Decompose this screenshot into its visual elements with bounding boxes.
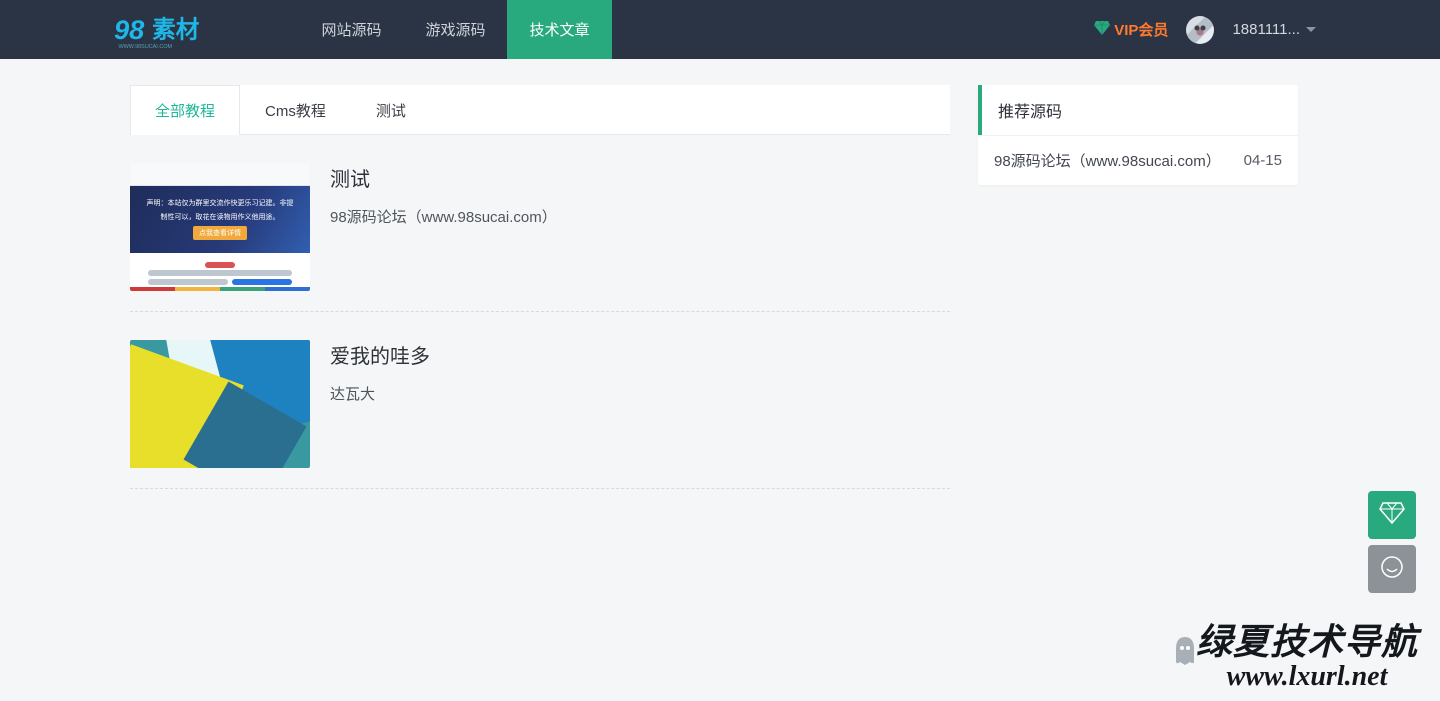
tab-cms-tutorials[interactable]: Cms教程 [240, 85, 351, 135]
article-item[interactable]: 声明：本站仅为群里交流作快更乐习记建。非提 制性可以，取花在读物用作义他用途。 … [130, 135, 950, 312]
recommend-item[interactable]: 98源码论坛（www.98sucai.com） 04-15 [978, 135, 1298, 185]
chevron-down-icon [1306, 27, 1316, 32]
support-float-button[interactable] [1368, 545, 1416, 593]
svg-text:WWW.98SUCAI.COM: WWW.98SUCAI.COM [119, 44, 173, 50]
watermark-line1: 绿夏技术导航 [1196, 613, 1418, 665]
article-body: 测试 98源码论坛（www.98sucai.com） [330, 163, 950, 291]
logo-sub: 素材 [152, 16, 200, 43]
float-buttons [1368, 491, 1416, 593]
smile-icon [1380, 555, 1404, 584]
vip-link[interactable]: VIP会员 [1094, 19, 1168, 40]
header-right: VIP会员 1881111... [1094, 0, 1416, 59]
nav-item-game-source[interactable]: 游戏源码 [403, 0, 507, 59]
vip-float-button[interactable] [1368, 491, 1416, 539]
username-dropdown[interactable]: 1881111... [1232, 21, 1316, 38]
article-tabs: 全部教程 Cms教程 测试 [130, 85, 950, 135]
article-list: 声明：本站仅为群里交流作快更乐习记建。非提 制性可以，取花在读物用作义他用途。 … [130, 135, 950, 489]
tab-test[interactable]: 测试 [351, 85, 431, 135]
recommend-item-title: 98源码论坛（www.98sucai.com） [994, 150, 1221, 171]
panel-title: 推荐源码 [978, 85, 1298, 135]
recommend-panel: 推荐源码 98源码论坛（www.98sucai.com） 04-15 [978, 85, 1298, 185]
recommend-item-date: 04-15 [1244, 152, 1282, 169]
article-desc: 98源码论坛（www.98sucai.com） [330, 206, 950, 227]
avatar[interactable] [1186, 16, 1214, 44]
diamond-icon [1379, 502, 1405, 529]
username-text: 1881111... [1232, 21, 1300, 38]
article-thumbnail: 声明：本站仅为群里交流作快更乐习记建。非提 制性可以，取花在读物用作义他用途。 … [130, 163, 310, 291]
article-desc: 达瓦大 [330, 383, 950, 404]
site-logo[interactable]: 98 素材 WWW.98SUCAI.COM [114, 0, 259, 59]
vip-label: VIP会员 [1114, 19, 1168, 40]
nav-item-site-source[interactable]: 网站源码 [299, 0, 403, 59]
article-title[interactable]: 爱我的哇多 [330, 340, 950, 369]
sidebar: 推荐源码 98源码论坛（www.98sucai.com） 04-15 [978, 85, 1298, 489]
watermark-line2: www.lxurl.net [1196, 661, 1418, 693]
tab-all-tutorials[interactable]: 全部教程 [130, 85, 240, 135]
diamond-icon [1094, 21, 1110, 39]
article-title[interactable]: 测试 [330, 163, 950, 192]
header-bar: 98 素材 WWW.98SUCAI.COM 网站源码 游戏源码 技术文章 VIP… [0, 0, 1440, 59]
nav-item-tech-article[interactable]: 技术文章 [507, 0, 611, 59]
content-column: 全部教程 Cms教程 测试 声明：本站仅为群里交流作快更乐习记建。非提 制性可以… [130, 85, 950, 489]
article-body: 爱我的哇多 达瓦大 [330, 340, 950, 468]
watermark: 绿夏技术导航 www.lxurl.net [1196, 613, 1418, 693]
ghost-icon [1172, 635, 1198, 665]
logo-number: 98 [114, 14, 145, 45]
article-thumbnail [130, 340, 310, 468]
article-item[interactable]: 爱我的哇多 达瓦大 [130, 312, 950, 489]
main-nav: 网站源码 游戏源码 技术文章 [299, 0, 611, 59]
main-region: 全部教程 Cms教程 测试 声明：本站仅为群里交流作快更乐习记建。非提 制性可以… [0, 59, 1440, 489]
